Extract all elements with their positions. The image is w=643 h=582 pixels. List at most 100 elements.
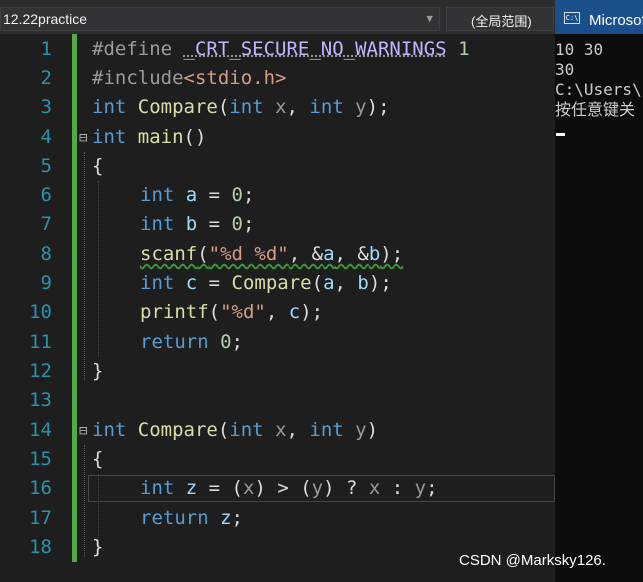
- project-dropdown-label: 12.22practice: [3, 11, 88, 27]
- token: b: [357, 272, 369, 294]
- line-number: 5: [40, 155, 52, 177]
- token: ;: [231, 507, 243, 529]
- token: b: [368, 243, 381, 265]
- code-line: return 0;: [140, 328, 243, 357]
- line-number: 10: [29, 301, 52, 323]
- watermark: CSDN @Marksky126.: [459, 552, 606, 569]
- token: (: [217, 419, 230, 441]
- token: ;: [243, 184, 255, 206]
- collapse-icon[interactable]: ⊟: [79, 131, 87, 145]
- token: int: [92, 126, 127, 148]
- indent-guide: [98, 181, 100, 357]
- line-number: 1: [40, 38, 52, 60]
- token: a: [174, 184, 198, 206]
- token: int: [140, 272, 175, 294]
- token: 1: [458, 38, 470, 60]
- token: int: [309, 96, 344, 118]
- scope-dropdown[interactable]: (全局范围): [446, 7, 554, 31]
- project-dropdown[interactable]: 12.22practice ▼: [0, 7, 440, 31]
- token: int: [140, 213, 175, 235]
- code-line: int Compare(int x, int y): [92, 416, 378, 445]
- token: c: [174, 272, 198, 294]
- block-guide: [84, 152, 86, 380]
- code-line: int main(): [92, 123, 206, 152]
- line-number: 3: [40, 96, 52, 118]
- token: x: [368, 477, 381, 499]
- token: y: [414, 477, 427, 499]
- code-editor[interactable]: 1 2 3 4 5 6 7 8 9 10 11 12 13 14 15 16 1…: [0, 34, 555, 582]
- code-line: int z = (x) > (y) ? x : y;: [140, 474, 438, 503]
- token: =: [197, 213, 232, 235]
- line-number: 11: [29, 331, 52, 353]
- token: (: [217, 96, 230, 118]
- line-number: 17: [29, 507, 52, 529]
- token: ,: [286, 419, 310, 441]
- token: y: [343, 96, 367, 118]
- token: y: [311, 477, 324, 499]
- token: ;: [231, 331, 243, 353]
- token: = (: [197, 477, 243, 499]
- token: =: [197, 272, 232, 294]
- code-line: scanf("%d %d", &a, &b);: [140, 240, 403, 269]
- token: z: [208, 507, 232, 529]
- token: printf: [140, 301, 209, 323]
- console-output-line: C:\Users\: [555, 80, 642, 99]
- collapse-icon[interactable]: ⊟: [79, 424, 87, 438]
- token: =: [197, 184, 232, 206]
- token: ,: [286, 96, 310, 118]
- token: scanf: [140, 243, 198, 265]
- token: "%d %d": [208, 243, 289, 265]
- scope-dropdown-label: (全局范围): [471, 14, 532, 29]
- token: ): [366, 419, 379, 441]
- token: return: [140, 331, 209, 353]
- line-number: 8: [40, 243, 52, 265]
- token: x: [263, 96, 287, 118]
- console-title: Microsoft Visual Studio 调试控制台: [589, 12, 643, 29]
- token: y: [343, 419, 367, 441]
- console-output-line: 按任意键关: [555, 100, 636, 119]
- token: ;: [243, 213, 255, 235]
- code-line: }: [92, 533, 103, 562]
- line-number: 13: [29, 389, 52, 411]
- code-line: int a = 0;: [140, 181, 254, 210]
- token: );: [380, 243, 404, 265]
- code-line: {: [92, 445, 103, 474]
- token: int: [92, 419, 127, 441]
- code-line: #include<stdio.h>: [92, 64, 286, 93]
- console-output-line: 30: [555, 60, 575, 79]
- token: (: [311, 272, 324, 294]
- console-output-line: 10 30: [555, 40, 604, 59]
- token: {: [92, 155, 104, 177]
- console-window-icon: C:\: [564, 12, 580, 24]
- line-number: 6: [40, 184, 52, 206]
- token: _CRT_SECURE_NO_WARNINGS: [183, 38, 447, 60]
- token: "%d": [220, 301, 266, 323]
- token: 0: [231, 184, 243, 206]
- token: c: [288, 301, 301, 323]
- token: }: [92, 536, 104, 558]
- token: Compare: [126, 96, 218, 118]
- token: );: [366, 96, 390, 118]
- token: {: [92, 448, 104, 470]
- token: x: [242, 477, 255, 499]
- token: );: [300, 301, 324, 323]
- editor-navigation-bar: 12.22practice ▼ (全局范围): [0, 0, 555, 34]
- console-cursor: [556, 133, 565, 136]
- token: ,: [334, 272, 358, 294]
- token: 0: [220, 331, 232, 353]
- line-number: 4: [40, 126, 52, 148]
- token: , &: [288, 243, 324, 265]
- code-line: }: [92, 357, 103, 386]
- token: return: [140, 507, 209, 529]
- code-line: printf("%d", c);: [140, 298, 323, 327]
- line-number: 7: [40, 213, 52, 235]
- token: Compare: [126, 419, 218, 441]
- token: }: [92, 360, 104, 382]
- chevron-down-icon[interactable]: ▼: [426, 12, 433, 25]
- token: (: [197, 243, 209, 265]
- token: z: [174, 477, 198, 499]
- console-title-bar[interactable]: C:\ Microsoft Visual Studio 调试控制台: [555, 0, 643, 34]
- debug-console-window[interactable]: C:\ Microsoft Visual Studio 调试控制台 10 30 …: [555, 0, 643, 582]
